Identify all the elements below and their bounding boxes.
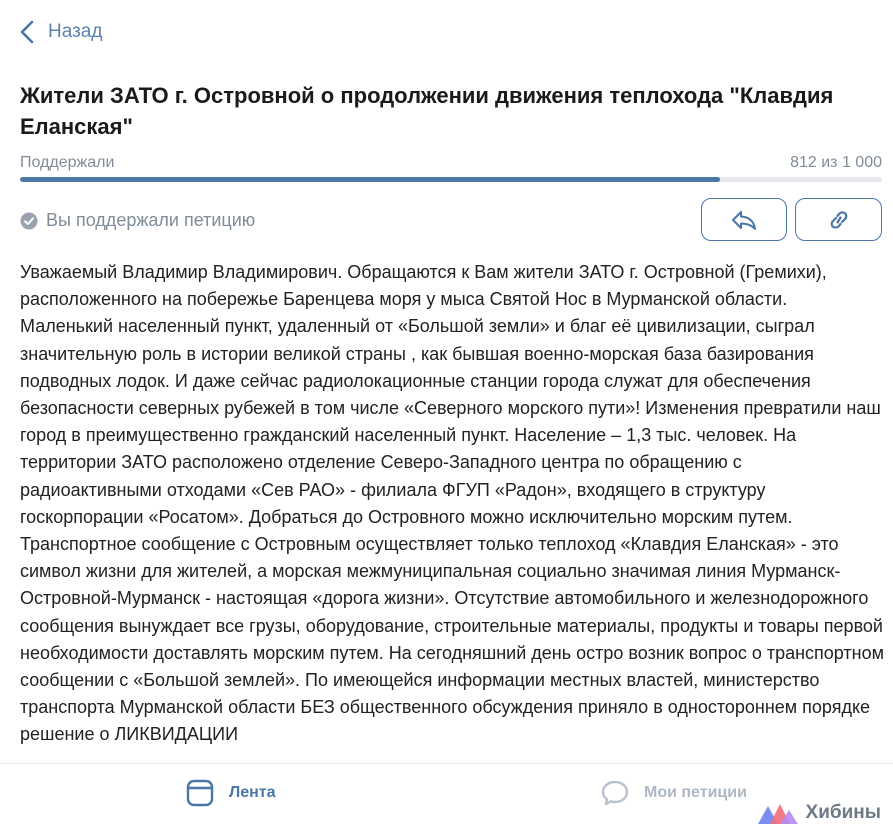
brand-name: Хибины: [805, 802, 881, 823]
check-circle-icon: [20, 212, 38, 229]
progress-bar-fill: [20, 177, 720, 182]
progress-count: 812 из 1 000: [790, 154, 882, 171]
progress-label: Поддержали: [20, 154, 115, 171]
share-button[interactable]: [701, 198, 787, 241]
supported-status: Вы поддержали петицию: [20, 210, 255, 231]
tab-feed-label: Лента: [229, 784, 276, 801]
progress-info: Поддержали 812 из 1 000: [20, 154, 882, 172]
feed-icon: [186, 779, 214, 807]
chevron-left-icon: [20, 20, 34, 44]
tab-my-petitions[interactable]: Мои петиции: [600, 778, 747, 808]
back-button[interactable]: Назад: [20, 18, 102, 46]
mountains-logo-icon: [757, 804, 798, 824]
brand-logo: Хибины: [757, 802, 881, 824]
tab-feed[interactable]: Лента: [185, 778, 276, 808]
petition-title: Жители ЗАТО г. Островной о продолжении д…: [20, 83, 834, 139]
tab-my-petitions-label: Мои петиции: [644, 784, 747, 801]
message-icon: [601, 780, 629, 806]
supported-status-text: Вы поддержали петицию: [46, 210, 256, 230]
petition-body: Уважаемый Владимир Владимирович. Обращаю…: [20, 262, 884, 745]
progress-bar: [20, 177, 882, 182]
bottom-navigation: Лента Мои петиции Хибины: [0, 763, 893, 838]
copy-link-button[interactable]: [795, 198, 882, 241]
share-icon: [732, 210, 756, 230]
link-icon: [830, 210, 847, 229]
back-label: Назад: [48, 21, 103, 42]
